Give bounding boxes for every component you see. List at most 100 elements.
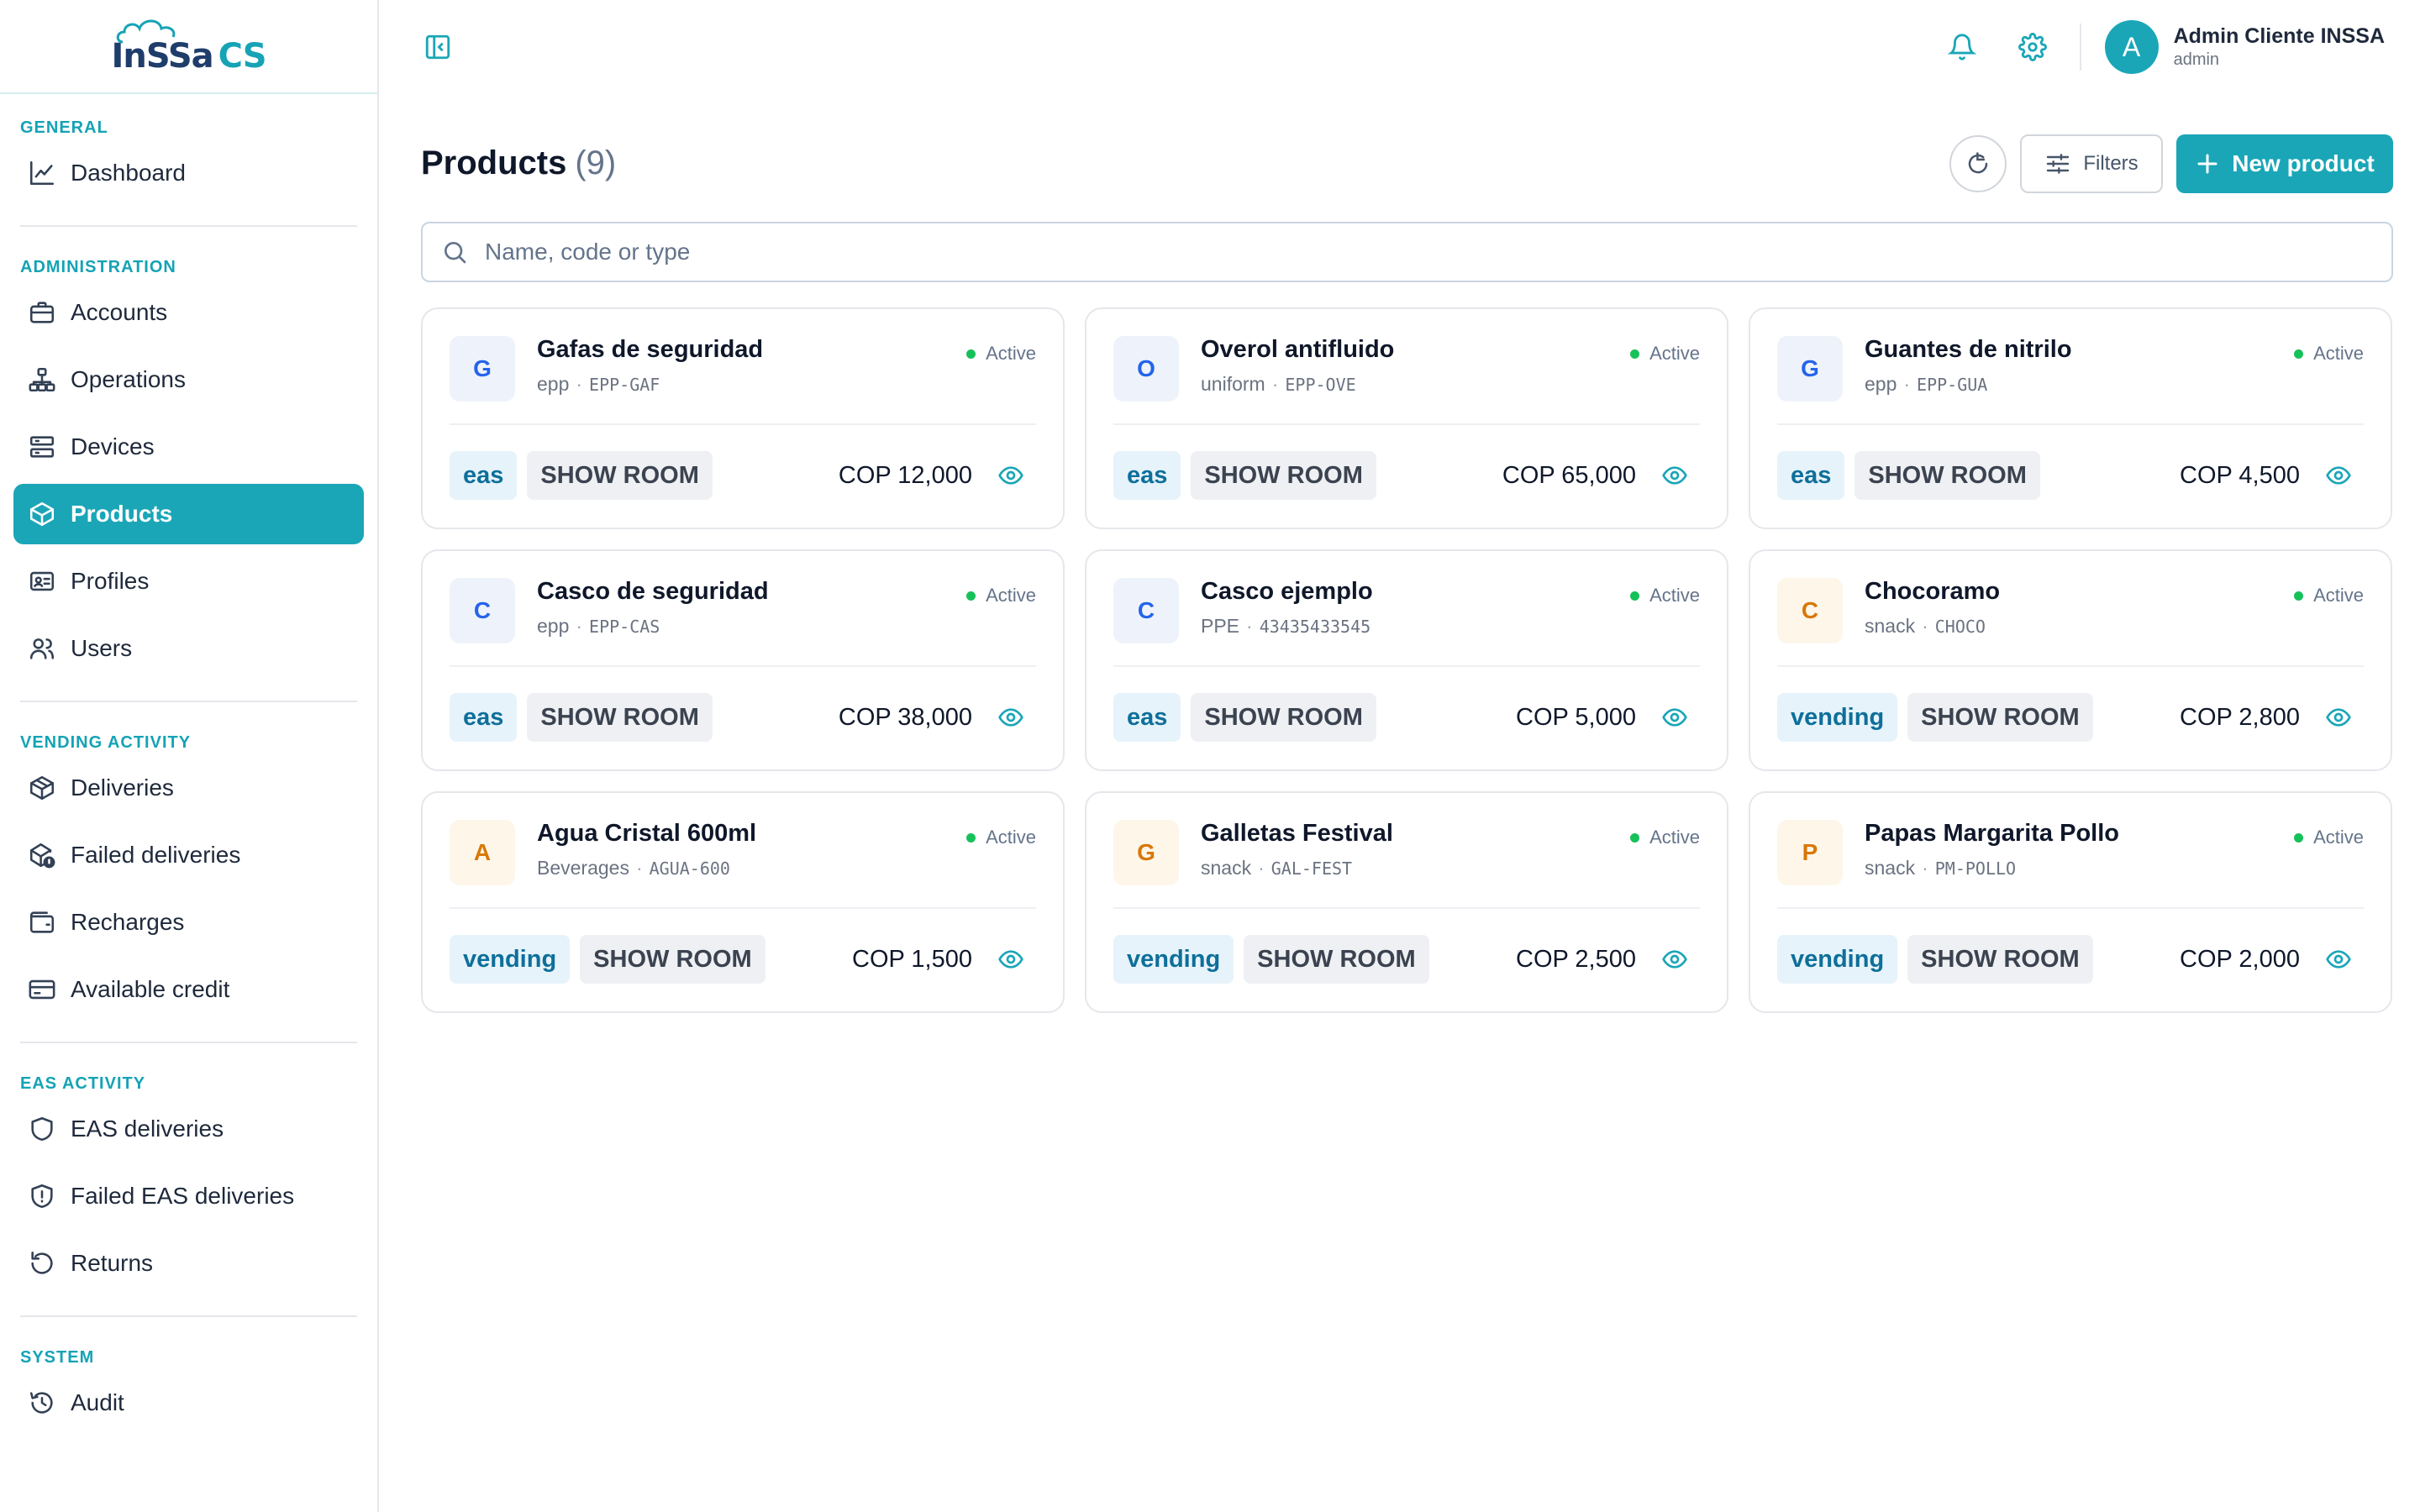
product-location-tag: SHOW ROOM: [1854, 451, 2040, 500]
product-price: COP 38,000: [838, 703, 972, 731]
product-meta: epp · EPP-CAS: [537, 615, 660, 638]
product-card[interactable]: P Papas Margarita Pollo snack · PM-POLLO A…: [1749, 791, 2392, 1013]
product-code: EPP-GAF: [589, 375, 660, 395]
product-code: 43435433545: [1259, 617, 1371, 637]
user-menu[interactable]: Admin Cliente INSSA admin: [2174, 24, 2385, 70]
eye-icon: [1662, 708, 1687, 727]
product-card[interactable]: O Overol antifluido uniform · EPP-OVE Acti…: [1085, 307, 1728, 529]
product-initial: G: [450, 336, 515, 402]
sidebar-item-users[interactable]: Users: [13, 618, 364, 679]
product-card[interactable]: G Guantes de nitrilo epp · EPP-GUA Active …: [1749, 307, 2392, 529]
history-icon-wrap: [27, 1388, 57, 1418]
product-card[interactable]: C Chocoramo snack · CHOCO Active vending S…: [1749, 549, 2392, 771]
product-initial: C: [1113, 578, 1179, 643]
product-card[interactable]: C Casco de seguridad epp · EPP-CAS Active …: [421, 549, 1065, 771]
sidebar-item-available-credit[interactable]: Available credit: [13, 959, 364, 1020]
sidebar-item-deliveries[interactable]: Deliveries: [13, 758, 364, 818]
meta-separator: ·: [1903, 373, 1911, 395]
sidebar-item-profiles[interactable]: Profiles: [13, 551, 364, 612]
filters-button[interactable]: Filters: [2020, 134, 2163, 193]
product-location-tag: SHOW ROOM: [1907, 693, 2093, 742]
refresh-icon: [1968, 152, 1988, 174]
logo[interactable]: InSSa CS: [111, 17, 267, 76]
credit-card-icon: [29, 979, 55, 1000]
view-product-button[interactable]: [994, 942, 1028, 976]
product-price: COP 2,800: [2180, 703, 2300, 731]
sidebar-item-failed-deliveries[interactable]: Failed deliveries: [13, 825, 364, 885]
view-product-button[interactable]: [2322, 459, 2355, 492]
status-dot: [2294, 349, 2304, 359]
sidebar-item-dashboard[interactable]: Dashboard: [13, 143, 364, 203]
search-icon: [445, 242, 466, 264]
sidebar-item-recharges[interactable]: Recharges: [13, 892, 364, 953]
product-card[interactable]: G Galletas Festival snack · GAL-FEST Activ…: [1085, 791, 1728, 1013]
product-initial: C: [450, 578, 515, 643]
sidebar-item-accounts[interactable]: Accounts: [13, 282, 364, 343]
eye-icon: [2326, 466, 2351, 485]
sidebar-item-products[interactable]: Products: [13, 484, 364, 544]
status-label: Active: [986, 827, 1036, 848]
sidebar-item-audit[interactable]: Audit: [13, 1373, 364, 1433]
wallet-icon: [29, 911, 55, 933]
shield-icon: [31, 1116, 53, 1142]
sidebar-item-devices[interactable]: Devices: [13, 417, 364, 477]
search-input[interactable]: [485, 239, 2333, 265]
status-label: Active: [1649, 343, 1700, 364]
shield-alert-icon: [31, 1184, 53, 1209]
sidebar-divider: [20, 701, 357, 702]
sidebar-item-returns[interactable]: Returns: [13, 1233, 364, 1294]
package-icon-wrap: [27, 773, 57, 803]
sidebar-collapse-icon: [425, 34, 450, 60]
sidebar-section-title: GENERAL: [20, 118, 108, 137]
product-card[interactable]: A Agua Cristal 600ml Beverages · AGUA-600 …: [421, 791, 1065, 1013]
logo-area: InSSa CS: [0, 0, 377, 94]
sidebar-divider: [20, 225, 357, 227]
product-meta: PPE · 43435433545: [1201, 615, 1370, 638]
product-category: epp: [537, 373, 570, 395]
eye-icon: [2326, 950, 2351, 969]
view-product-button[interactable]: [2322, 942, 2355, 976]
sidebar-item-operations[interactable]: Operations: [13, 349, 364, 410]
server-icon-wrap: [27, 432, 57, 462]
refresh-button[interactable]: [1949, 135, 2007, 192]
product-initial: A: [450, 820, 515, 885]
sidebar-item-failed-eas-deliveries[interactable]: Failed EAS deliveries: [13, 1166, 364, 1226]
package-alert-icon-wrap: [27, 840, 57, 870]
eye-icon: [2326, 708, 2351, 727]
product-category: Beverages: [537, 857, 629, 879]
new-product-button[interactable]: New product: [2176, 134, 2393, 193]
briefcase-icon-wrap: [27, 297, 57, 328]
product-card-header: G Guantes de nitrilo epp · EPP-GUA Active: [1777, 336, 2364, 425]
product-card[interactable]: C Casco ejemplo PPE · 43435433545 Active e…: [1085, 549, 1728, 771]
view-product-button[interactable]: [1658, 459, 1691, 492]
product-grid: G Gafas de seguridad epp · EPP-GAF Active …: [421, 307, 2393, 1013]
wallet-icon-wrap: [27, 907, 57, 937]
product-location-tag: SHOW ROOM: [580, 935, 765, 984]
status-badge: Active: [2294, 827, 2364, 848]
sidebar-item-label: Profiles: [71, 568, 150, 594]
product-card[interactable]: G Gafas de seguridad epp · EPP-GAF Active …: [421, 307, 1065, 529]
product-initial: G: [1777, 336, 1843, 402]
view-product-button[interactable]: [2322, 701, 2355, 734]
status-dot: [966, 349, 976, 359]
sidebar-section: VENDING ACTIVITY Deliveries Failed deliv…: [0, 732, 377, 1020]
product-meta: Beverages · AGUA-600: [537, 857, 730, 879]
sidebar-item-eas-deliveries[interactable]: EAS deliveries: [13, 1099, 364, 1159]
avatar[interactable]: A: [2104, 20, 2159, 74]
view-product-button[interactable]: [1658, 701, 1691, 734]
sidebar-item-label: Accounts: [71, 299, 168, 325]
undo-icon: [31, 1251, 53, 1274]
view-product-button[interactable]: [994, 701, 1028, 734]
bell-icon: [1947, 34, 1976, 60]
status-badge: Active: [2294, 343, 2364, 365]
view-product-button[interactable]: [994, 459, 1028, 492]
product-name: Papas Margarita Pollo: [1865, 820, 2119, 847]
sidebar-item-label: Available credit: [71, 976, 230, 1002]
product-location-tag: SHOW ROOM: [1191, 451, 1376, 500]
view-product-button[interactable]: [1658, 942, 1691, 976]
sidebar-toggle-button[interactable]: [421, 30, 455, 64]
shield-icon-wrap: [27, 1114, 57, 1144]
users-icon: [29, 638, 55, 659]
notifications-button[interactable]: [1939, 24, 1986, 71]
settings-button[interactable]: [2009, 24, 2056, 71]
